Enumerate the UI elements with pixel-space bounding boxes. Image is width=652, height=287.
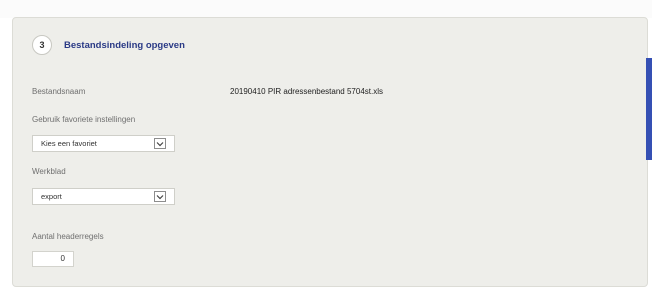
- favorite-settings-label: Gebruik favoriete instellingen: [32, 115, 136, 124]
- header-rows-input[interactable]: 0: [32, 251, 74, 267]
- file-layout-panel: 3 Bestandsindeling opgeven Bestandsnaam …: [12, 17, 648, 287]
- file-name-label: Bestandsnaam: [32, 87, 86, 96]
- step-header: 3 Bestandsindeling opgeven: [32, 34, 185, 56]
- favorite-settings-selected: Kies een favoriet: [41, 139, 97, 148]
- worksheet-label: Werkblad: [32, 167, 66, 176]
- worksheet-selected: export: [41, 192, 62, 201]
- step-number-badge: 3: [32, 35, 52, 55]
- chevron-down-icon[interactable]: [154, 191, 166, 202]
- step-title: Bestandsindeling opgeven: [64, 39, 185, 51]
- header-rows-label: Aantal headerregels: [32, 232, 104, 241]
- file-name-value: 20190410 PIR adressenbestand 5704st.xls: [230, 87, 383, 96]
- top-strip: [0, 0, 652, 18]
- favorite-settings-select[interactable]: Kies een favoriet: [32, 135, 175, 152]
- worksheet-select[interactable]: export: [32, 188, 175, 205]
- scroll-indicator[interactable]: [646, 58, 652, 160]
- chevron-down-icon[interactable]: [154, 138, 166, 149]
